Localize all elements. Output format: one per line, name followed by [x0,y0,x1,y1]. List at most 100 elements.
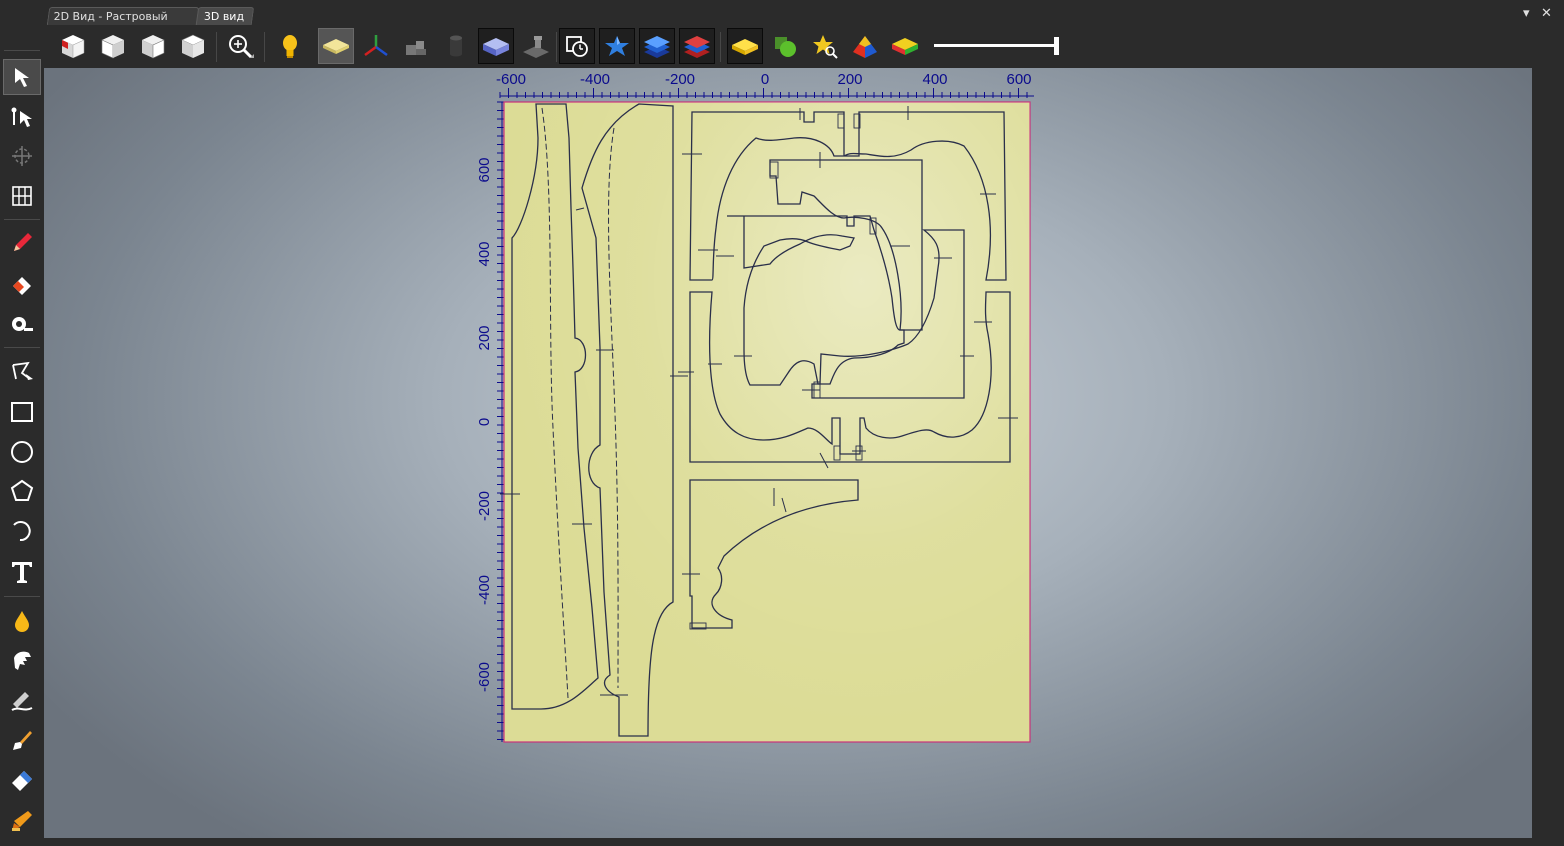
ruler-y-label: 600 [476,157,493,182]
bottom-edge [44,838,1532,846]
ruler-x: -600 -400 -200 0 200 400 600 [496,71,1034,98]
sculpt-pen-icon [11,692,33,711]
color-slab-icon [892,38,918,55]
tab-3d-view[interactable]: 3D вид [195,7,255,25]
axes-icon [364,35,388,57]
ruler-y: 600 400 200 0 -200 -400 -600 [476,101,504,742]
layers-blue-button[interactable] [639,28,675,64]
grid-array-icon [12,186,32,206]
star-search-button[interactable] [807,28,843,64]
3d-viewport[interactable]: -600 -400 -200 0 200 400 600 600 400 200… [44,68,1532,838]
color-pyramid-button[interactable] [847,28,883,64]
circle-tool-button[interactable] [3,434,41,470]
text-icon [12,562,32,583]
transparency-slider-thumb[interactable] [1054,37,1059,55]
ruler-x-label: 200 [837,71,862,88]
pencil-tool-button[interactable] [3,225,41,261]
paint-brush-icon [12,811,32,831]
erase-tool-button[interactable] [3,761,41,797]
toolbar-separator [720,32,721,62]
ruler-y-label: 200 [476,325,493,350]
light-bulb-icon [283,35,297,58]
toolbar-separator [216,32,217,62]
smooth-tool-button[interactable] [3,642,41,678]
zoom-icon [229,35,254,59]
pencil-icon [14,233,32,251]
relief-view-button[interactable] [599,28,635,64]
arc-icon [13,521,31,542]
show-material-button[interactable] [318,28,354,64]
cylinder-icon [450,35,462,57]
select-arrow-icon [15,68,29,87]
layers-red-button[interactable] [679,28,715,64]
view-side-button[interactable] [135,28,171,64]
toolbar-separator [264,32,265,62]
ruler-x-label: -400 [580,71,610,88]
show-axes-button[interactable] [358,28,394,64]
star-relief-icon [605,36,629,56]
polyline-tool-button[interactable] [3,353,41,389]
brush-icon [13,731,32,750]
paint-tool-button[interactable] [3,803,41,839]
toolpath-view-button[interactable] [398,28,434,64]
smooth-hand-icon [14,651,31,670]
ruler-x-label: 400 [922,71,947,88]
drop-icon [15,611,29,632]
brush-tool-button[interactable] [3,722,41,758]
array-tool-button[interactable] [3,178,41,214]
tool-sidebar [0,48,44,846]
view-top-cube-icon [181,34,205,58]
ruler-x-label: 600 [1006,71,1031,88]
toolpath-icon [406,41,426,55]
arc-tool-button[interactable] [3,513,41,549]
transform-icon [12,146,32,166]
polygon-tool-button[interactable] [3,473,41,509]
measure-tool-button[interactable] [3,306,41,342]
color-pyramid-icon [853,36,877,58]
toolpath-time-button[interactable] [559,28,595,64]
tab-bar: 2D Вид - Растровый слой 3D вид ▾ ✕ [0,0,1564,41]
toolpath-time-icon [566,36,588,57]
select-tool-button[interactable] [3,59,41,95]
text-tool-button[interactable] [3,554,41,590]
star-search-icon [813,35,838,59]
tool-head-icon [523,36,549,58]
measure-tape-icon [12,317,33,331]
node-edit-tool-button[interactable] [3,99,41,135]
close-view-button[interactable]: ✕ [1541,6,1552,21]
vector-shapes-button[interactable] [767,28,803,64]
zoom-button[interactable] [222,28,258,64]
ruler-y-label: -400 [476,575,493,605]
material-top-button[interactable] [727,28,763,64]
transform-tool-button[interactable] [3,138,41,174]
tool-view-button[interactable] [518,28,554,64]
fill-tool-button[interactable] [3,603,41,639]
view-side-cube-icon [142,35,165,59]
tab-2d-view[interactable]: 2D Вид - Растровый слой [46,7,200,41]
cylinder-view-button[interactable] [438,28,474,64]
rectangle-tool-button[interactable] [3,394,41,430]
yellow-slab-icon [732,39,758,55]
lighting-button[interactable] [272,28,308,64]
tab-label: 3D вид [203,10,245,23]
shaded-view-button[interactable] [478,28,514,64]
window-menu-button[interactable]: ▾ [1523,6,1530,21]
scene: -600 -400 -200 0 200 400 600 600 400 200… [476,71,1034,743]
sidebar-separator [4,50,40,51]
right-panel-edge [1532,68,1564,846]
color-slab-button[interactable] [887,28,923,64]
transparency-slider-track[interactable] [934,44,1058,47]
view-front-button[interactable] [95,28,131,64]
polyline-icon [12,361,33,380]
sculpt-tool-button[interactable] [3,682,41,718]
circle-icon [11,441,33,463]
erase-tool-icon [12,771,32,791]
ruler-y-label: 0 [476,418,493,426]
ruler-y-label: -600 [476,662,493,692]
view-front-cube-icon [101,35,124,59]
layers-blue-icon [644,36,670,58]
layers-red-icon [684,36,710,58]
view-top-button[interactable] [175,28,211,64]
eraser-tool-button[interactable] [3,266,41,302]
view-iso-button[interactable] [55,28,91,64]
